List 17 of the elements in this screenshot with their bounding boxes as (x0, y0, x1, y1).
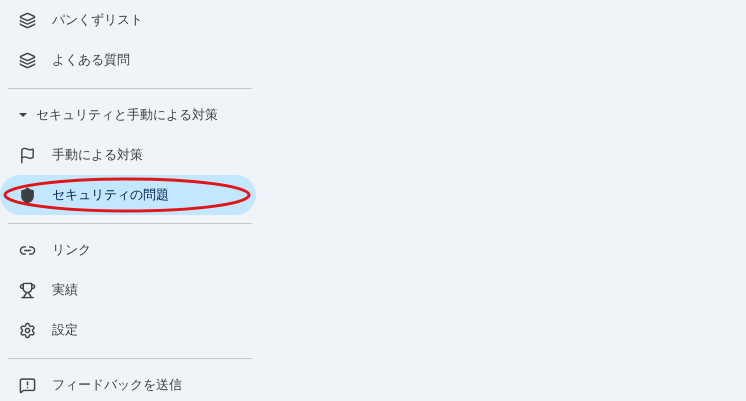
nav-item[interactable]: 実績 (0, 270, 256, 310)
nav-item[interactable]: 手動による対策 (0, 135, 256, 175)
settings-icon (19, 322, 36, 338)
feedback-icon (19, 376, 36, 394)
nav-item[interactable]: パンくずリスト (0, 0, 256, 40)
section-header[interactable]: セキュリティと手動による対策 (36, 106, 218, 124)
nav-item[interactable]: セキュリティの問題 (0, 175, 256, 215)
layers-icon (19, 12, 36, 28)
nav-item[interactable]: よくある質問 (0, 40, 256, 80)
trophy-icon (19, 282, 36, 298)
caret-icon[interactable] (18, 110, 28, 120)
flag-icon (19, 146, 36, 164)
nav-item[interactable]: フィードバックを送信 (0, 365, 256, 401)
shield-icon (19, 186, 36, 204)
nav-item[interactable]: 設定 (0, 310, 256, 350)
layers-icon (19, 52, 36, 68)
nav-item[interactable]: リンク (0, 230, 256, 270)
